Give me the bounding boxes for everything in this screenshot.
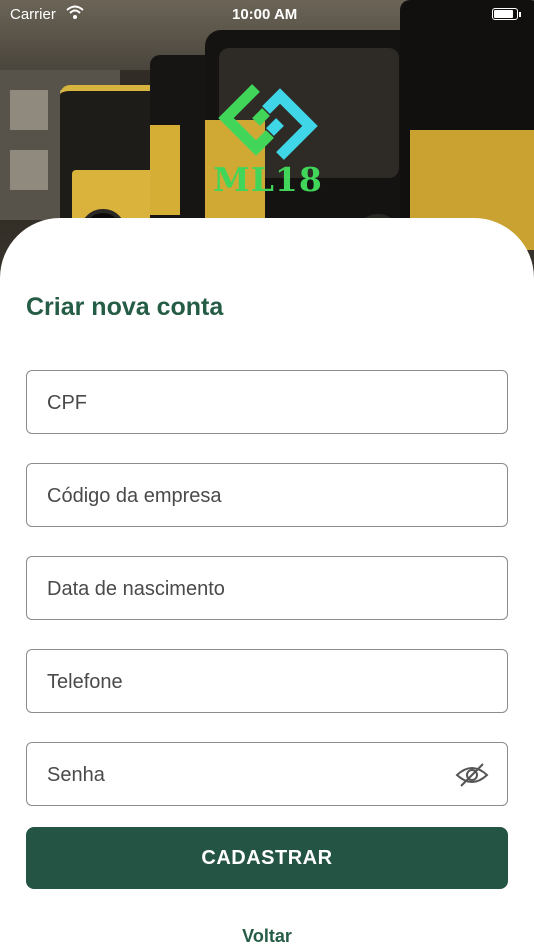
password-input[interactable]: Senha xyxy=(26,742,508,806)
back-link[interactable]: Voltar xyxy=(0,926,534,947)
birth-date-placeholder: Data de nascimento xyxy=(47,578,225,600)
logo-mark-icon xyxy=(218,84,318,160)
hero-bus xyxy=(400,0,534,250)
phone-placeholder: Telefone xyxy=(47,671,123,693)
status-bar: Carrier 10:00 AM xyxy=(0,0,534,28)
company-code-input[interactable]: Código da empresa xyxy=(26,463,508,527)
signup-screen: Carrier 10:00 AM ML18 Criar nova conta C… xyxy=(0,0,534,950)
wifi-icon xyxy=(66,5,84,19)
page-title: Criar nova conta xyxy=(26,293,224,321)
carrier-label: Carrier xyxy=(10,6,56,23)
password-placeholder: Senha xyxy=(47,764,105,786)
status-time: 10:00 AM xyxy=(232,6,298,23)
company-code-placeholder: Código da empresa xyxy=(47,485,222,507)
register-button[interactable]: CADASTRAR xyxy=(26,827,508,889)
cpf-placeholder: CPF xyxy=(47,392,87,414)
battery-icon xyxy=(492,8,521,20)
birth-date-input[interactable]: Data de nascimento xyxy=(26,556,508,620)
phone-input[interactable]: Telefone xyxy=(26,649,508,713)
eye-off-icon[interactable] xyxy=(455,761,489,789)
logo-text: ML18 xyxy=(213,160,323,199)
cpf-input[interactable]: CPF xyxy=(26,370,508,434)
app-logo: ML18 xyxy=(210,82,326,202)
